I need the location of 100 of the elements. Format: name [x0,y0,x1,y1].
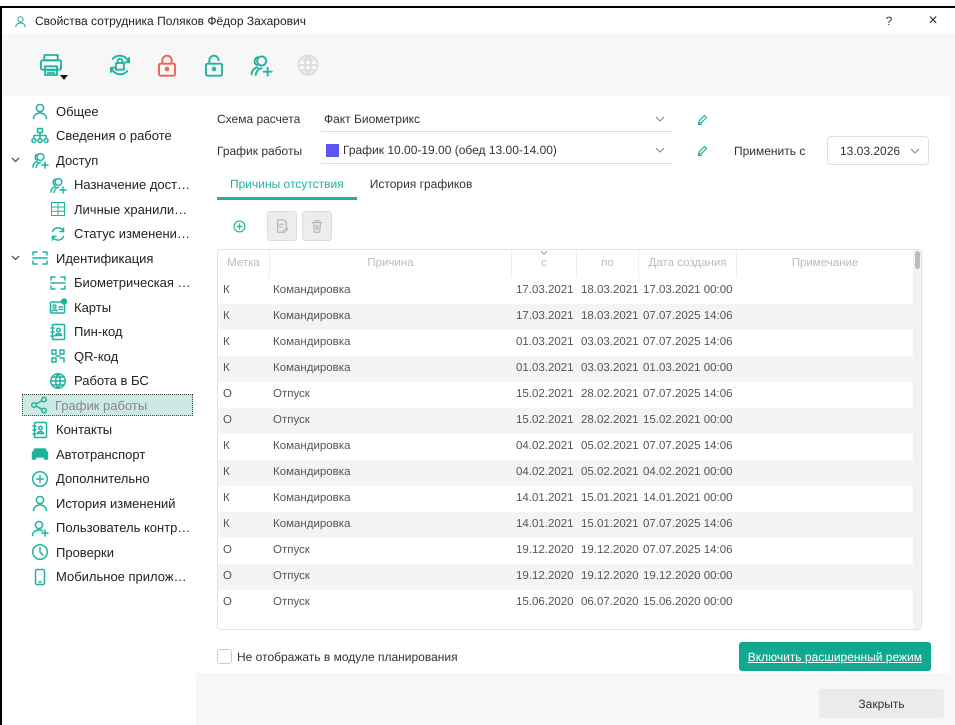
table-cell: 14.01.2021 00:00 [643,492,733,504]
expand-chevron[interactable] [11,255,21,262]
chevron-down-icon [11,157,20,164]
table-cell: 15.06.2020 00:00 [643,596,733,608]
table-cell: О [223,544,232,556]
table-cell: Командировка [273,310,350,322]
scan-frame-icon [49,274,67,292]
sidebar-item[interactable]: Идентификация [30,247,162,270]
table-cell: 07.07.2025 14:06 [643,544,733,556]
table-cell: Командировка [273,284,350,296]
table-cell: Отпуск [273,596,310,608]
sidebar-item[interactable]: Сведения о работе [30,124,181,147]
table-cell: О [223,596,232,608]
schedule-dropdown[interactable]: График 10.00-19.00 (обед 13.00-14.00) [321,138,673,164]
table-cell: Командировка [273,466,350,478]
sidebar-item[interactable]: Назначение дост… [48,174,200,196]
table-cell: 19.12.2020 [516,544,574,556]
sidebar-item[interactable]: Автотранспорт [30,443,154,466]
table-cell: 28.02.2021 [581,414,639,426]
table-cell: 17.03.2021 00:00 [643,284,733,296]
sidebar-item[interactable]: Доступ [30,149,108,172]
table-cell: 17.03.2021 [516,284,574,296]
clock-icon [31,543,49,562]
table-cell: 15.02.2021 00:00 [643,414,733,426]
table-cell: О [223,570,232,582]
sidebar-item[interactable]: Мобильное прилож… [30,566,196,588]
people-plus-icon [49,176,67,194]
scan-frame-icon [31,249,49,268]
table-cell: 14.01.2021 [516,492,574,504]
sidebar-item[interactable]: Статус изменени… [48,222,199,245]
table-cell: Отпуск [273,570,310,582]
table-cell: О [223,414,232,426]
scheme-dropdown[interactable]: Факт Биометрикс [321,106,673,132]
field-label: График работы [217,142,304,160]
table-cell: 01.03.2021 [516,362,574,374]
table-cell: Отпуск [273,414,310,426]
field-label: Применить с [734,142,806,160]
id-card-icon [49,298,67,316]
table-cell: 05.02.2021 [581,466,639,478]
table-cell: 04.02.2021 [516,466,574,478]
person-icon [31,102,49,120]
table-cell: 05.02.2021 [581,440,639,452]
table-cell: 07.07.2025 14:06 [643,388,733,400]
checkbox-label: Не отображать в модуле планирования [237,648,459,666]
sidebar-item[interactable]: Личные хранили… [48,198,196,220]
pencil-icon[interactable] [697,114,708,124]
sort-chevron-icon [540,250,548,255]
table-cell: 03.03.2021 [581,362,639,374]
field-label: Схема расчета [217,111,302,128]
close-button[interactable]: Закрыть [819,689,944,718]
chevron-down-icon [655,147,665,153]
sidebar-item[interactable]: История изменений [30,492,185,514]
table-cell: К [223,518,230,530]
table-cell: 04.02.2021 [516,440,574,452]
sidebar-item[interactable]: Пин-код [48,320,132,343]
scrollbar-thumb[interactable] [914,251,920,269]
sidebar-item[interactable]: Карты [48,296,120,318]
table-cell: 15.02.2021 [516,388,574,400]
people-plus-icon [31,151,49,170]
table-cell: Командировка [273,362,350,374]
table-cell: 19.12.2020 [516,570,574,582]
table-cell: К [223,440,230,452]
sidebar-item[interactable]: Общее [30,100,108,122]
sidebar-item[interactable]: Пользователь контр… [30,516,200,539]
checkbox[interactable] [217,649,232,664]
globe-icon [49,372,67,390]
nodes-icon [30,396,48,414]
table-cell: 01.03.2021 [516,336,574,348]
add-icon [232,218,246,234]
help-button[interactable]: ? [879,12,899,30]
expand-chevron[interactable] [11,157,21,164]
table-cell: 15.02.2021 [516,414,574,426]
sidebar-item[interactable]: QR-код [48,345,128,368]
sidebar-item[interactable]: Дополнительно [30,468,159,490]
person-plus-icon [31,518,49,537]
table-cell: Отпуск [273,544,310,556]
window-title: Свойства сотрудника Поляков Фёдор Захарович [35,13,306,30]
table-cell: 07.07.2025 14:06 [643,310,733,322]
table-cell: 19.12.2020 [581,570,639,582]
table-cell: 18.03.2021 [581,284,639,296]
table-cell: Командировка [273,336,350,348]
sidebar-item[interactable]: Биометрическая … [48,272,200,294]
globe-icon [296,53,320,77]
table-cell: О [223,388,232,400]
table-cell: К [223,336,230,348]
contact-book-icon [31,420,49,439]
table-cell: К [223,284,230,296]
pencil-icon[interactable] [697,145,708,156]
table-cell: 15.06.2020 [516,596,574,608]
table-cell: К [223,492,230,504]
sidebar-item[interactable]: Проверки [30,541,123,564]
person-icon [31,494,49,512]
close-button[interactable]: × [923,9,943,33]
tab[interactable]: История графиков [356,171,486,200]
date-picker[interactable]: 13.03.2026 [827,136,929,165]
sidebar-item[interactable]: Работа в БС [48,370,158,392]
table-cell: 04.02.2021 00:00 [643,466,733,478]
table-cell: 18.03.2021 [581,310,639,322]
table-cell: 07.07.2025 14:06 [643,336,733,348]
sidebar-item[interactable]: Контакты [30,418,122,441]
